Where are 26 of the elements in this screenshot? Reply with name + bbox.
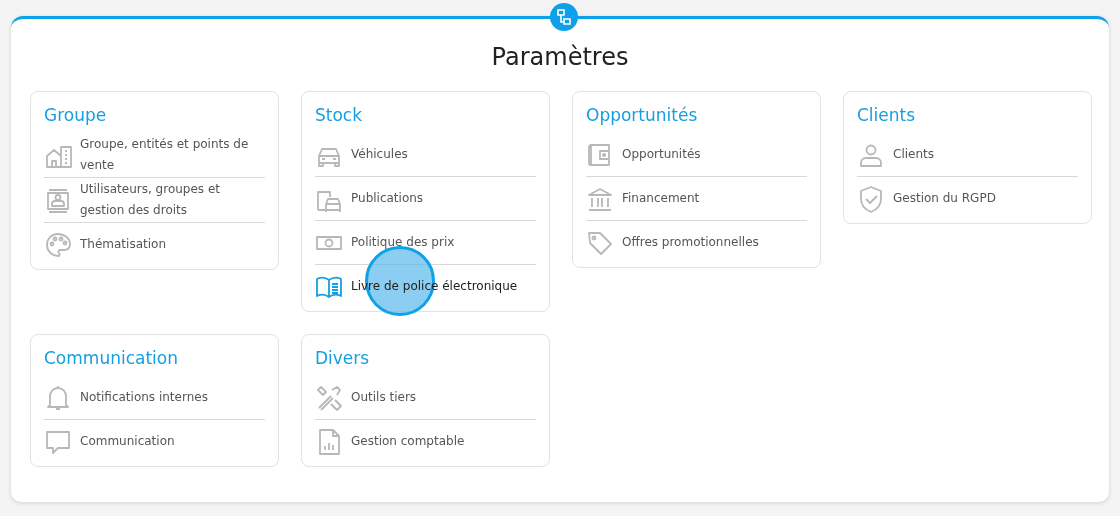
settings-link[interactable]: Outils tiers: [315, 376, 536, 419]
settings-link[interactable]: Offres promotionnelles: [586, 220, 807, 264]
page-title: Paramètres: [490, 42, 630, 73]
settings-link[interactable]: Véhicules: [315, 133, 536, 176]
settings-link[interactable]: Utilisateurs, groupes et gestion des droits: [44, 177, 265, 222]
bell-icon: [44, 383, 72, 412]
settings-link[interactable]: Financement: [586, 176, 807, 220]
settings-link[interactable]: Notifications internes: [44, 376, 265, 419]
card-heading: Divers: [315, 348, 371, 368]
card-heading: Clients: [857, 105, 917, 125]
settings-link[interactable]: Clients: [857, 133, 1078, 176]
card-heading: Opportunités: [586, 105, 699, 125]
settings-link[interactable]: Groupe, entités et points de vente: [44, 133, 265, 177]
settings-link[interactable]: Communication: [44, 419, 265, 463]
card-heading: Communication: [44, 348, 179, 368]
tools-icon: [315, 383, 343, 412]
settings-link[interactable]: Opportunités: [586, 133, 807, 176]
settings-link[interactable]: Gestion du RGPD: [857, 176, 1078, 220]
settings-link[interactable]: Gestion comptable: [315, 419, 536, 463]
card-heading: Stock: [315, 105, 364, 125]
palette-icon: [44, 230, 72, 259]
settings-link[interactable]: Publications: [315, 176, 536, 220]
card-heading: Groupe: [44, 105, 108, 125]
settings-link[interactable]: Thématisation: [44, 222, 265, 266]
shield-check-icon: [857, 184, 885, 213]
id-card-icon: [44, 186, 72, 214]
